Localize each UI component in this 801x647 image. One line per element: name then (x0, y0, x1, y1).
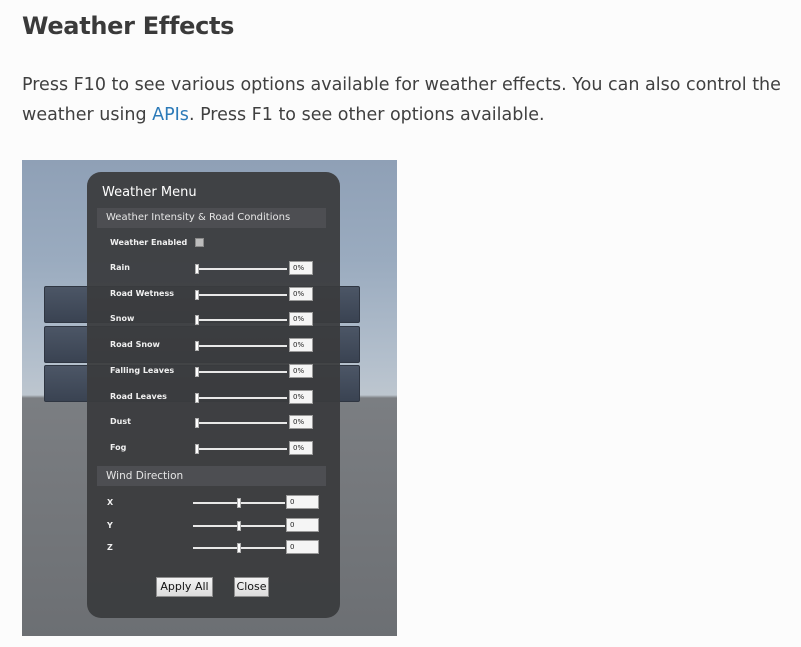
paragraph-text-end: . Press F1 to see other options availabl… (188, 105, 545, 125)
slider-handle[interactable] (237, 521, 241, 531)
wind-slider[interactable] (193, 543, 285, 553)
wind-value-box[interactable]: 0 (286, 540, 319, 554)
weather-enabled-checkbox[interactable] (195, 238, 204, 247)
slider-handle[interactable] (195, 367, 199, 377)
slider[interactable] (195, 367, 287, 377)
slider-label: Road Snow (110, 340, 160, 349)
slider-label: Snow (110, 314, 135, 323)
close-button[interactable]: Close (234, 577, 269, 597)
weather-menu-screenshot: Weather Menu Weather Intensity & Road Co… (22, 160, 397, 636)
slider-label: Road Wetness (110, 289, 174, 298)
slider-value-box[interactable]: 0% (289, 441, 313, 455)
wind-slider[interactable] (193, 521, 285, 531)
slider-handle[interactable] (195, 393, 199, 403)
slider-value-box[interactable]: 0% (289, 312, 313, 326)
slider-handle[interactable] (195, 290, 199, 300)
apply-all-button[interactable]: Apply All (156, 577, 213, 597)
slider[interactable] (195, 418, 287, 428)
slider-handle[interactable] (237, 543, 241, 553)
slider-handle[interactable] (195, 444, 199, 454)
slider-handle[interactable] (237, 498, 241, 508)
slider-label: Road Leaves (110, 392, 167, 401)
slider-handle[interactable] (195, 315, 199, 325)
slider-label: Rain (110, 263, 130, 272)
wind-section-header: Wind Direction (97, 466, 326, 486)
slider-track (195, 268, 287, 270)
slider[interactable] (195, 264, 287, 274)
intensity-section-title: Weather Intensity & Road Conditions (106, 212, 291, 223)
description-paragraph: Press F10 to see various options availab… (22, 70, 792, 130)
slider-track (195, 422, 287, 424)
wind-value-box[interactable]: 0 (286, 495, 319, 509)
slider-track (195, 397, 287, 399)
slider-value-box[interactable]: 0% (289, 287, 313, 301)
wind-section-title: Wind Direction (106, 470, 184, 482)
weather-enabled-label: Weather Enabled (110, 238, 188, 247)
slider[interactable] (195, 315, 287, 325)
wind-axis-label: X (107, 498, 114, 507)
slider-track (195, 448, 287, 450)
slider[interactable] (195, 393, 287, 403)
slider-value-box[interactable]: 0% (289, 261, 313, 275)
apis-link[interactable]: APIs (152, 105, 189, 125)
wind-axis-label: Z (107, 543, 113, 552)
slider[interactable] (195, 290, 287, 300)
wind-value-box[interactable]: 0 (286, 518, 319, 532)
slider-handle[interactable] (195, 341, 199, 351)
slider-label: Dust (110, 417, 131, 426)
wind-slider[interactable] (193, 498, 285, 508)
slider-value-box[interactable]: 0% (289, 415, 313, 429)
slider-label: Falling Leaves (110, 366, 175, 375)
page: Weather Effects Press F10 to see various… (0, 0, 801, 647)
slider-track (195, 345, 287, 347)
slider-value-box[interactable]: 0% (289, 390, 313, 404)
slider-value-box[interactable]: 0% (289, 338, 313, 352)
weather-menu-title: Weather Menu (102, 185, 197, 200)
slider[interactable] (195, 444, 287, 454)
intensity-section-header: Weather Intensity & Road Conditions (97, 208, 326, 228)
slider-track (195, 371, 287, 373)
weather-menu-panel: Weather Menu Weather Intensity & Road Co… (87, 172, 340, 618)
slider-track (195, 319, 287, 321)
slider-handle[interactable] (195, 264, 199, 274)
slider-handle[interactable] (195, 418, 199, 428)
section-heading: Weather Effects (22, 12, 235, 40)
slider-track (195, 294, 287, 296)
slider[interactable] (195, 341, 287, 351)
wind-axis-label: Y (107, 521, 113, 530)
slider-label: Fog (110, 443, 127, 452)
slider-value-box[interactable]: 0% (289, 364, 313, 378)
